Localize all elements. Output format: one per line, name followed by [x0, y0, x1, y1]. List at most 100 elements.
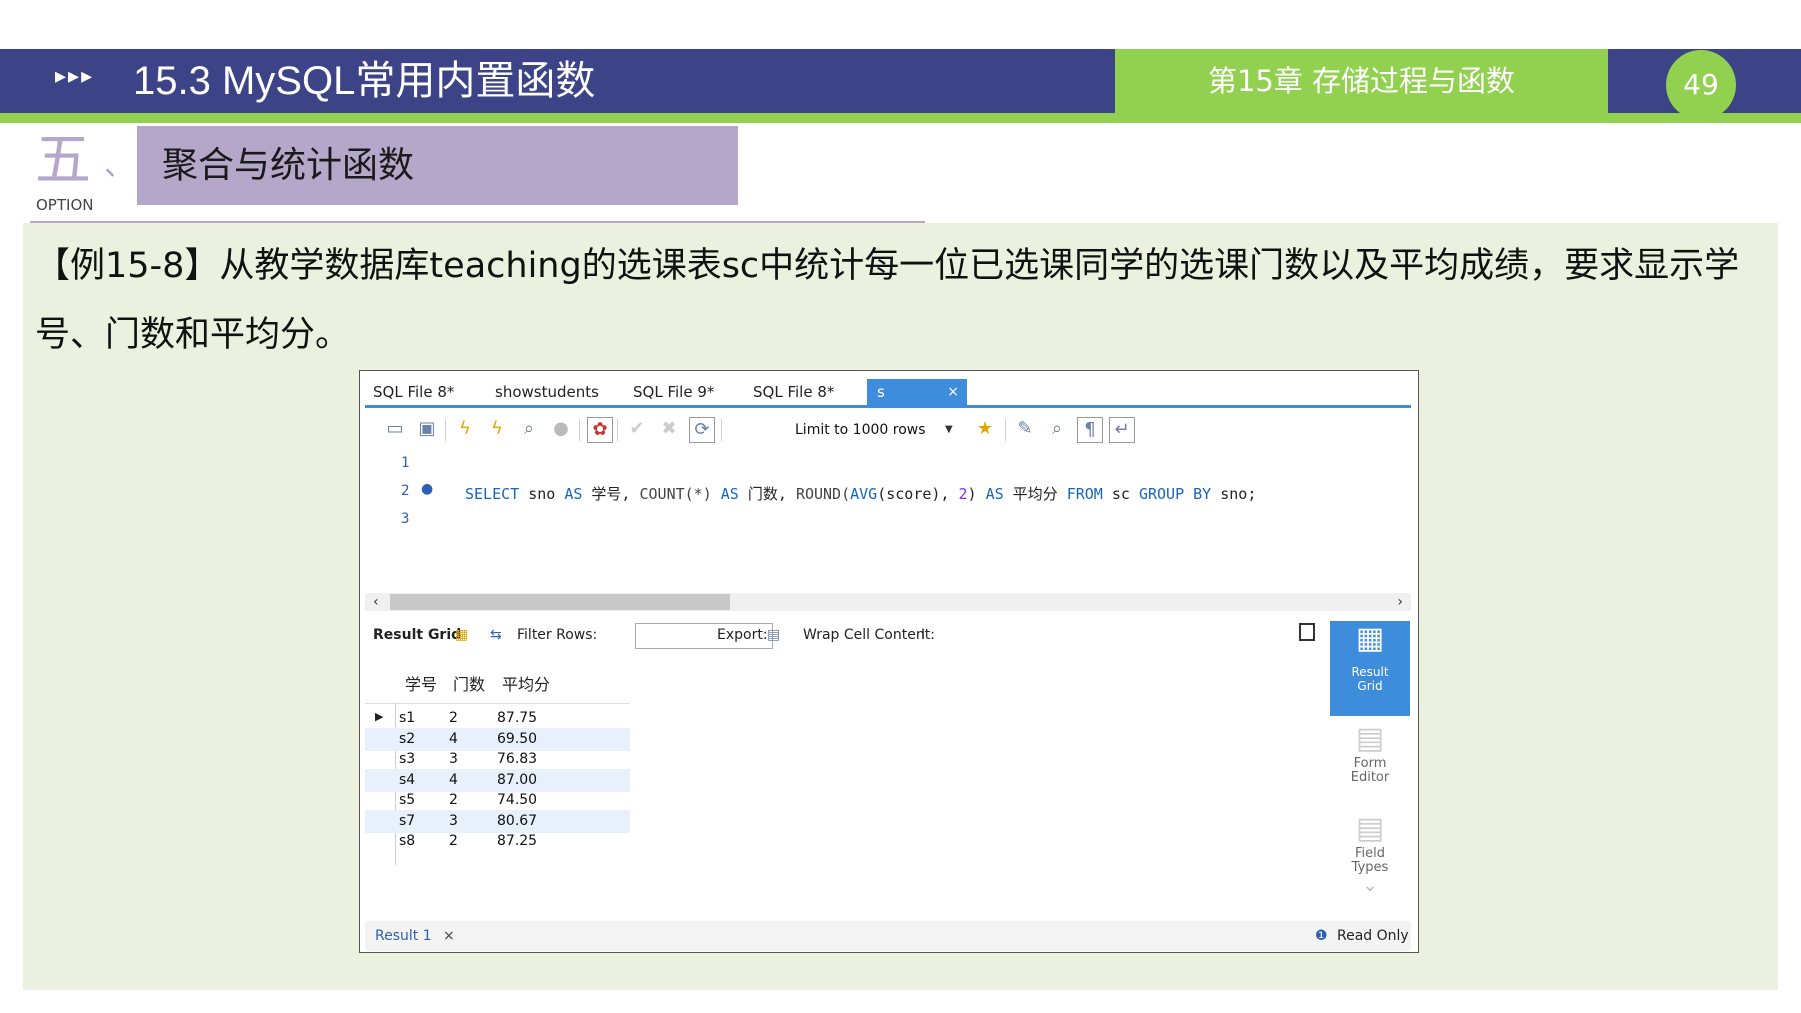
- kw-select: SELECT: [465, 485, 520, 503]
- table-cell[interactable]: 87.25: [497, 833, 537, 849]
- side-form-editor[interactable]: ▤ Form Editor: [1330, 721, 1410, 785]
- open-folder-icon[interactable]: ▭: [383, 417, 407, 441]
- filter-rows-label: Filter Rows:: [517, 627, 598, 643]
- table-cell[interactable]: 4: [449, 772, 458, 788]
- toolbar-divider: [579, 419, 580, 441]
- sql-statement: SELECT sno AS 学号, COUNT(*) AS 门数, ROUND(…: [465, 483, 1256, 504]
- bottom-status-bar: Result 1 × ❶ Read Only: [365, 921, 1411, 951]
- export-icon[interactable]: ▤: [767, 627, 780, 643]
- side-field-types-label: Field Types: [1351, 846, 1389, 875]
- table-cell[interactable]: 3: [449, 813, 458, 829]
- side-form-editor-label: Form Editor: [1350, 756, 1390, 785]
- chevron-down-icon[interactable]: ▼: [945, 419, 953, 441]
- tab-showstudents[interactable]: showstudents: [495, 379, 599, 405]
- rollback-icon[interactable]: ✖: [657, 417, 681, 441]
- export-label: Export:: [717, 627, 768, 643]
- table-cell[interactable]: 2: [449, 833, 458, 849]
- code-table: sc: [1102, 485, 1139, 503]
- close-icon[interactable]: ×: [947, 379, 959, 405]
- toolbar-divider: [445, 419, 446, 441]
- sql-editor[interactable]: 1 2 ● 3 SELECT sno AS 学号, COUNT(*) AS 门数…: [365, 451, 1411, 581]
- column-header[interactable]: 门数: [453, 671, 485, 695]
- scrollbar-thumb[interactable]: [390, 594, 730, 610]
- page-number-badge: 49: [1666, 50, 1736, 120]
- word-wrap-icon[interactable]: ↵: [1109, 417, 1135, 443]
- stop-icon[interactable]: ●: [549, 417, 573, 441]
- section-option-label: OPTION: [36, 196, 94, 214]
- toolbar-divider: [721, 419, 722, 441]
- kw-group-by: GROUP BY: [1138, 485, 1212, 503]
- autocommit-icon[interactable]: ⟳: [689, 417, 715, 443]
- toggle-continue-icon[interactable]: ✿: [587, 417, 613, 443]
- horizontal-scrollbar[interactable]: ‹ ›: [365, 593, 1411, 611]
- result-tab[interactable]: Result 1: [375, 928, 432, 944]
- table-row[interactable]: s8 2 87.25: [365, 830, 630, 853]
- line-number: 1: [401, 455, 410, 471]
- table-cell[interactable]: 69.50: [497, 731, 537, 747]
- table-cell[interactable]: 87.75: [497, 710, 537, 726]
- grid-header: 学号 门数 平均分: [365, 661, 630, 704]
- kw-avg: AVG: [850, 485, 878, 503]
- info-icon: ❶: [1315, 928, 1328, 944]
- wrap-icon[interactable]: Ⅰ: [921, 627, 925, 643]
- kw-as: AS: [720, 485, 739, 503]
- line-number: 3: [401, 511, 410, 527]
- toolbar-divider: [1005, 419, 1006, 441]
- close-icon[interactable]: ×: [443, 928, 455, 944]
- chapter-label: 第15章 存储过程与函数: [1115, 49, 1608, 113]
- tab-s-label: s: [877, 383, 885, 401]
- column-header[interactable]: 学号: [405, 671, 437, 695]
- beautify-icon[interactable]: ✎: [1013, 417, 1037, 441]
- refresh-icon[interactable]: ⇆: [490, 627, 502, 643]
- side-field-types[interactable]: ▤ Field Types ⌄: [1330, 811, 1410, 896]
- code-number: 2: [958, 485, 968, 503]
- column-header[interactable]: 平均分: [502, 671, 550, 695]
- grid-icon[interactable]: ▦: [455, 627, 468, 643]
- section-number: 五: [35, 128, 91, 193]
- commit-icon[interactable]: ✔: [625, 417, 649, 441]
- table-cell[interactable]: s2: [399, 731, 415, 747]
- section-title: 聚合与统计函数: [162, 145, 415, 186]
- table-cell[interactable]: 74.50: [497, 792, 537, 808]
- table-cell[interactable]: s3: [399, 751, 415, 767]
- tab-sql-file-8b[interactable]: SQL File 8*: [753, 379, 834, 405]
- table-cell[interactable]: 80.67: [497, 813, 537, 829]
- table-cell[interactable]: s5: [399, 792, 415, 808]
- result-side-panel: ▦ Result Grid ▤ Form Editor ▤ Field Type…: [1330, 621, 1410, 951]
- explain-icon[interactable]: ⌕: [517, 417, 541, 441]
- table-cell[interactable]: 2: [449, 792, 458, 808]
- tab-sql-file-8[interactable]: SQL File 8*: [373, 379, 454, 405]
- table-cell[interactable]: 3: [449, 751, 458, 767]
- chevron-down-icon[interactable]: ⌄: [1330, 875, 1410, 896]
- execute-current-icon[interactable]: ϟ: [485, 417, 509, 441]
- side-result-grid[interactable]: ▦ Result Grid: [1330, 621, 1410, 716]
- limit-rows-select[interactable]: Limit to 1000 rows: [795, 419, 955, 441]
- result-grid-label[interactable]: Result Grid: [373, 627, 461, 643]
- toggle-pane-icon[interactable]: [1299, 623, 1315, 641]
- invisible-chars-icon[interactable]: ¶: [1077, 417, 1103, 443]
- code-avg-arg: (score),: [877, 485, 959, 503]
- workbench-window: SQL File 8* showstudents SQL File 9* SQL…: [359, 370, 1419, 953]
- example-paragraph: 【例15-8】从教学数据库teaching的选课表sc中统计每一位已选课同学的选…: [35, 246, 1740, 355]
- table-cell[interactable]: 2: [449, 710, 458, 726]
- table-cell[interactable]: 76.83: [497, 751, 537, 767]
- code-round: ROUND(: [795, 485, 851, 503]
- table-cell[interactable]: s7: [399, 813, 415, 829]
- execute-icon[interactable]: ϟ: [453, 417, 477, 441]
- table-cell[interactable]: s4: [399, 772, 415, 788]
- search-icon[interactable]: ⌕: [1045, 417, 1069, 441]
- add-snippet-icon[interactable]: ★: [973, 417, 997, 441]
- toolbar-divider: [617, 419, 618, 441]
- form-icon: ▤: [1355, 721, 1385, 756]
- table-cell[interactable]: 87.00: [497, 772, 537, 788]
- table-cell[interactable]: s1: [399, 710, 415, 726]
- chevron-right-icon[interactable]: ›: [1397, 593, 1403, 611]
- tab-s[interactable]: s ×: [867, 379, 967, 405]
- table-cell[interactable]: 4: [449, 731, 458, 747]
- kw-as: AS: [985, 485, 1004, 503]
- header-arrows-icon: ▸▸▸: [55, 64, 95, 89]
- tab-sql-file-9[interactable]: SQL File 9*: [633, 379, 714, 405]
- save-icon[interactable]: ▣: [415, 417, 439, 441]
- table-cell[interactable]: s8: [399, 833, 415, 849]
- chevron-left-icon[interactable]: ‹: [373, 593, 379, 611]
